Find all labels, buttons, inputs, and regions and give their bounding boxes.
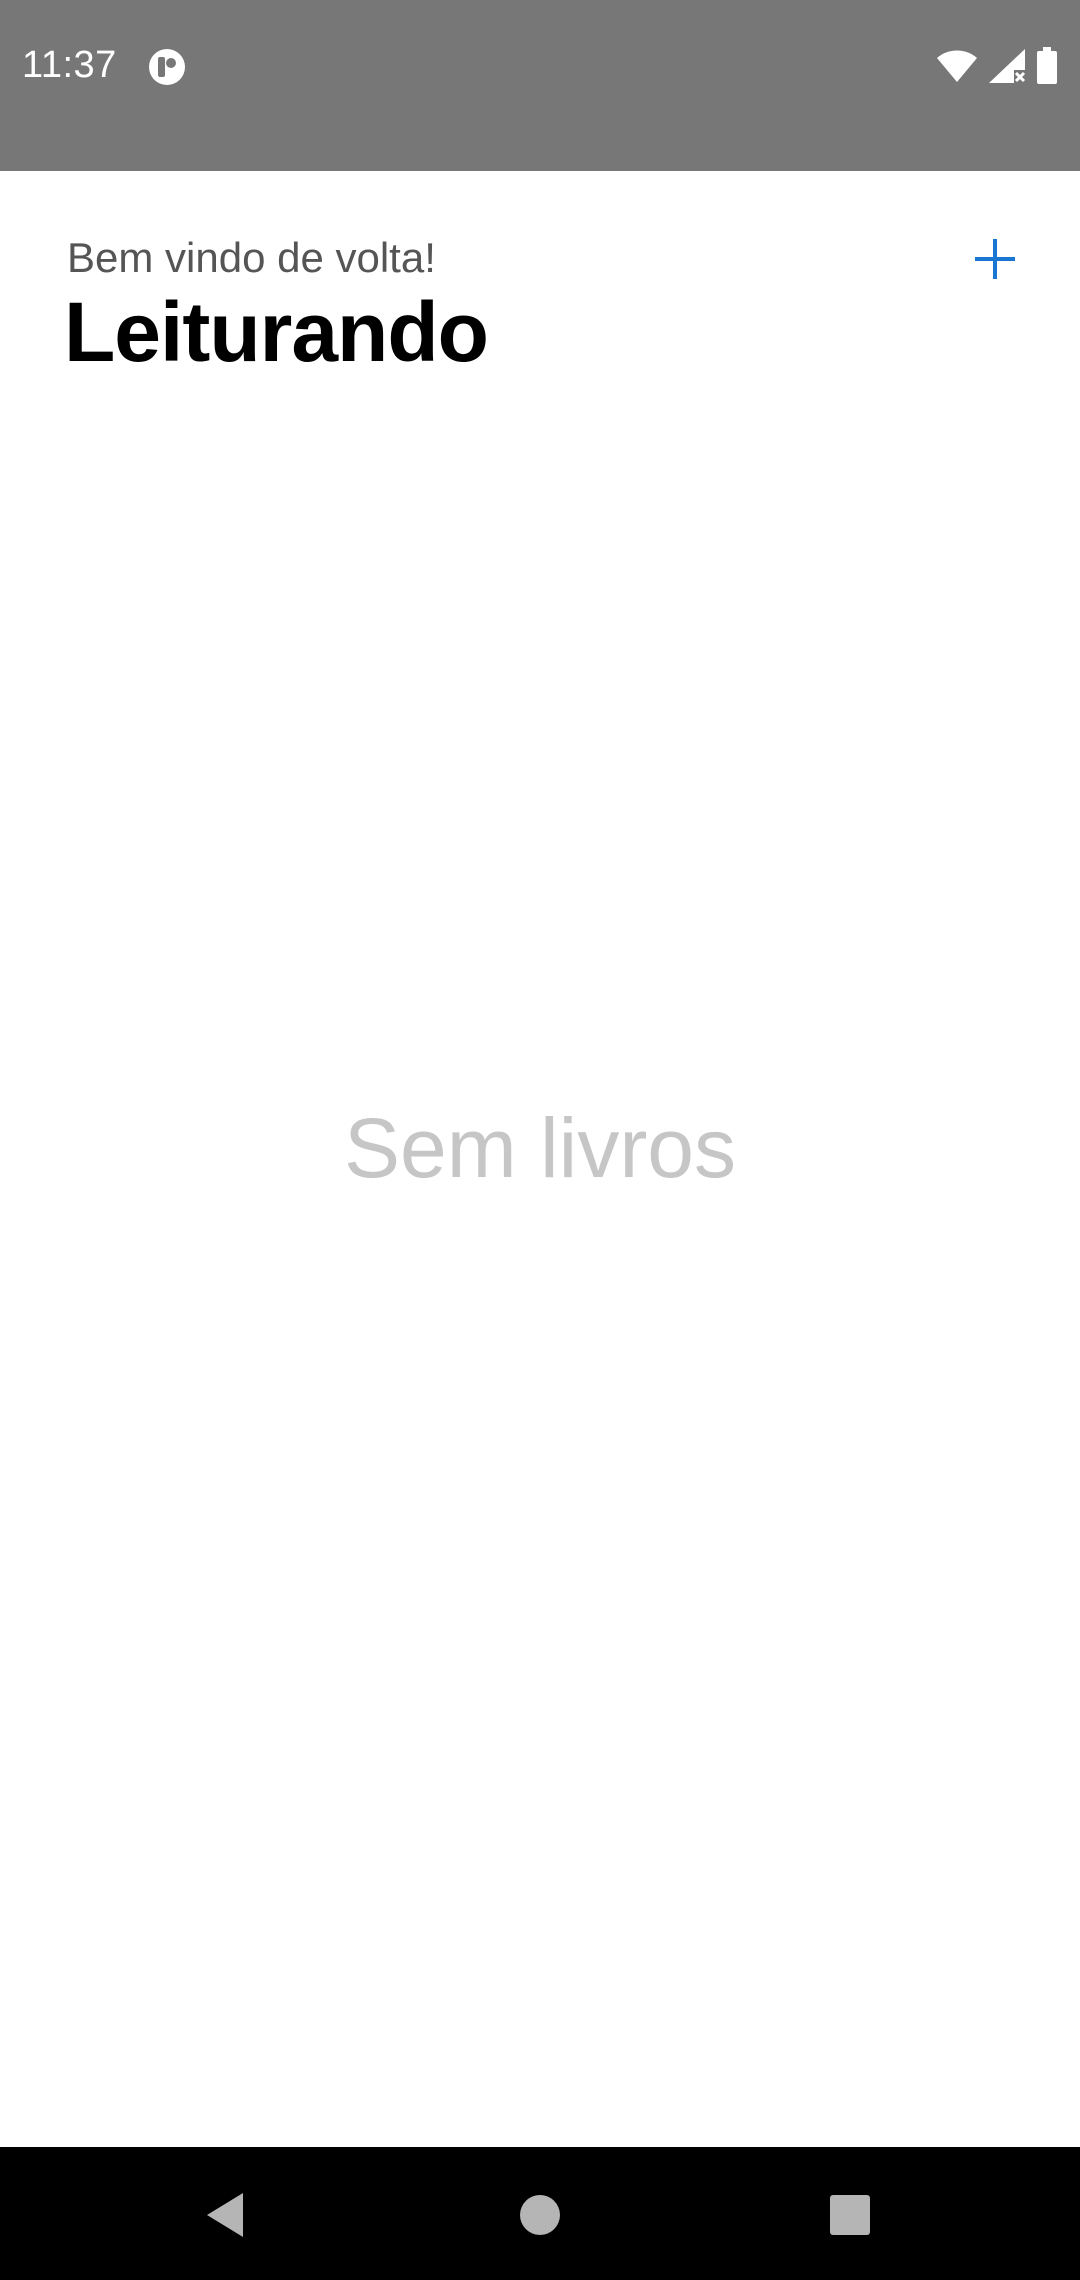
add-book-button[interactable] xyxy=(960,226,1030,296)
welcome-subtitle: Bem vindo de volta! xyxy=(67,234,436,281)
nav-recents-button[interactable] xyxy=(800,2167,900,2267)
signal-icon xyxy=(988,48,1026,89)
plus-icon xyxy=(973,237,1017,286)
status-icons xyxy=(936,46,1058,90)
recents-icon xyxy=(828,2193,872,2242)
app-screen: 11:37 Bem vindo de volta! Leiturando Sem… xyxy=(0,0,1080,2280)
page-title: Leiturando xyxy=(64,285,489,379)
status-bar: 11:37 xyxy=(0,0,1080,171)
wifi-icon xyxy=(936,49,978,88)
battery-icon xyxy=(1036,46,1058,90)
nav-back-button[interactable] xyxy=(175,2167,275,2267)
app-notification-icon xyxy=(148,48,186,86)
back-icon xyxy=(203,2190,247,2245)
empty-state-text: Sem livros xyxy=(343,1101,737,1195)
navigation-bar xyxy=(0,2147,1080,2280)
status-time: 11:37 xyxy=(22,44,117,86)
home-icon xyxy=(518,2193,562,2242)
nav-home-button[interactable] xyxy=(490,2167,590,2267)
